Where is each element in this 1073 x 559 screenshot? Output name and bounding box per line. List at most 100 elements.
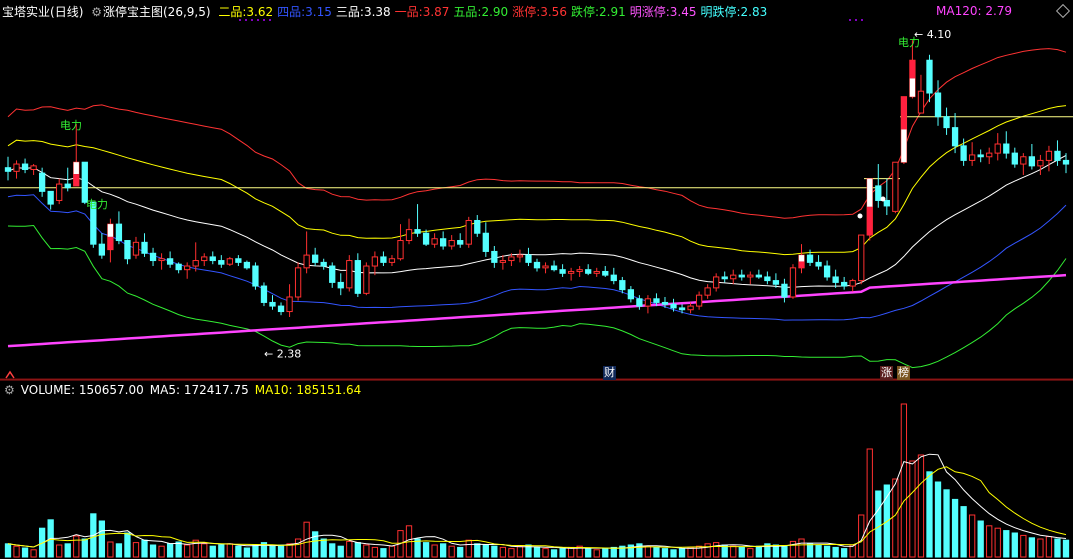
volume-bar [201,543,208,558]
settings-icon[interactable]: ⚙ [91,5,102,19]
candle-body [226,258,233,265]
band-line-si_pin [7,194,1067,321]
volume-bar [994,527,1001,558]
volume-bar [772,544,780,558]
candle [260,282,268,307]
candle [354,253,361,297]
candle [585,264,592,276]
volume-bar [277,544,285,558]
limit-up-tag[interactable]: 涨 [880,366,893,380]
candle [516,249,524,263]
volume-bar [926,471,933,558]
candle [329,262,336,288]
candle-body [354,260,361,294]
volume-bar [149,544,157,558]
volume-bar [1054,538,1061,558]
candle-body [508,256,515,262]
volume-bar [64,543,71,558]
volume-bar [371,546,379,558]
candle-body [1062,159,1070,165]
candle-body [124,240,131,260]
volume-bar [533,546,541,558]
indicator-name[interactable]: 涨停宝主图 [103,5,163,19]
volume-settings-icon[interactable]: ⚙ [4,383,15,397]
volume-bar [440,543,447,558]
candle-body [482,232,489,252]
candle-body [218,260,225,265]
power-signal-label: 电力 [898,36,920,49]
volume-header: ⚙ VOLUME: 150657.00 MA5: 172417.75 MA10: 18… [4,383,367,397]
candle-body [115,223,123,242]
candle-body [841,281,848,287]
limit-candle-top [901,96,907,130]
candle [294,262,302,301]
candle-body [457,240,464,245]
candle [636,295,643,310]
limit-candle-bottom [901,129,907,163]
volume-bar [1037,538,1044,558]
volume-bar [644,545,652,558]
candle-body [98,243,105,256]
volume-bar [337,545,344,558]
volume-bar [610,546,617,558]
candle-body [883,199,890,207]
candle-body [525,254,532,263]
candle [926,54,933,103]
volume-bar [951,498,959,558]
volume-bar [806,543,814,558]
candle-body [303,254,310,269]
candle [875,164,882,208]
candle-body [994,143,1001,154]
candle-body [337,281,344,289]
volume-bar [107,541,114,558]
up-arrow-icon [5,370,15,379]
finance-tag[interactable]: 财 [603,366,616,380]
candle-body [533,261,541,269]
indicator-params: (26,9,5) [163,5,211,19]
volume-bar [661,548,669,558]
volume-bar [380,548,387,558]
volume-bar [175,541,182,558]
candle-body [346,260,353,289]
candle-body [875,185,882,201]
ranking-tag[interactable]: 榜 [897,366,910,380]
candle-body [516,254,524,258]
stock-name[interactable]: 宝塔实业 [2,5,50,19]
header-item-8: 明跌停: [700,5,741,19]
candle-body [704,287,711,296]
volume-bar [823,545,831,558]
volume-bar [4,543,12,558]
candle [593,267,600,277]
header-value-1: 3.15 [305,5,332,19]
candle [47,190,54,210]
candle [371,251,379,276]
candle-body [201,256,208,262]
candle [158,253,165,270]
candle [704,284,711,299]
candle-body [849,280,856,287]
candle-body [738,274,745,278]
candle-body [294,267,302,298]
volume-bar [713,542,720,558]
volume-bar [1045,536,1053,558]
candle [986,147,993,165]
candle [695,291,703,310]
volume-bar [252,544,259,558]
candle-body [755,274,762,278]
candle [576,266,583,277]
header-value-7: 3.45 [669,5,697,19]
volume-bar [892,478,899,558]
volume-bar [98,520,105,558]
volume-bar [132,542,140,558]
header-value-2: 3.38 [363,5,391,19]
candle [1028,144,1036,170]
candle-body [47,190,54,205]
candle [405,218,413,245]
header-value-3: 3.87 [422,5,450,19]
volume-bar [704,543,711,558]
volume-bar [1003,530,1010,558]
candle [457,233,464,248]
candles-group [4,40,1070,318]
volume-bar [943,489,950,558]
chart-canvas[interactable]: ← 2.38← 4.10电力电力电力 [0,0,1073,559]
